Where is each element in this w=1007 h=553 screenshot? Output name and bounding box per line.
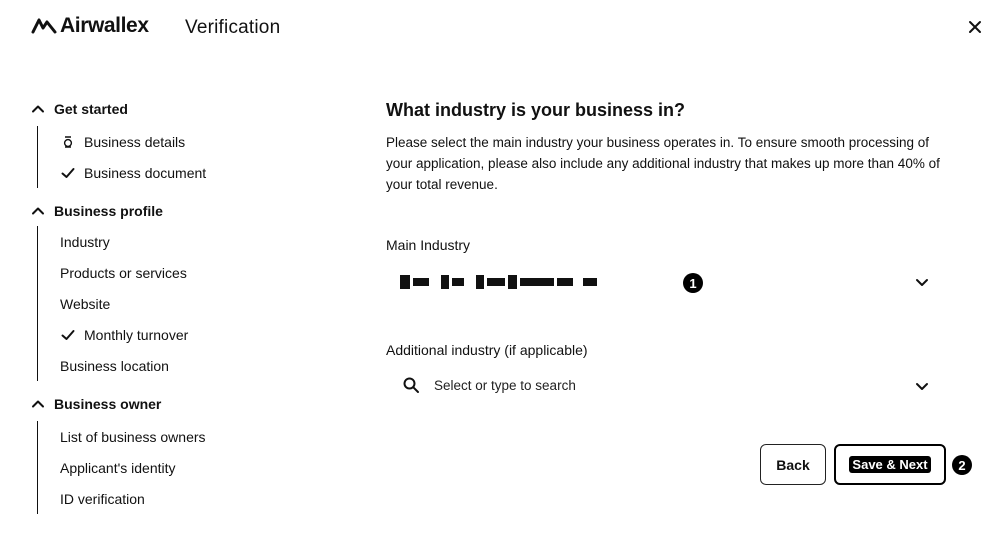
sidebar-item-list-of-business-owners[interactable]: List of business owners [60,421,330,452]
section-title: Get started [54,101,128,117]
page-title: Verification [185,17,281,38]
chevron-down-icon [914,378,930,394]
section-business-owner: Business owner List of business owners A… [30,391,330,514]
sidebar-item-label: Business document [84,164,207,181]
brand-name: Airwallex [60,14,149,37]
additional-industry-placeholder: Select or type to search [434,378,576,393]
sidebar-item-label: Products or services [60,264,187,281]
sidebar-item-products-or-services[interactable]: Products or services [60,257,330,288]
sidebar-nav: Get started Business details Business do… [30,96,330,514]
section-header-business-owner[interactable]: Business owner [30,391,330,417]
header: Airwallex Verification [0,0,1007,56]
sidebar-item-label: Business details [84,133,186,150]
sidebar-item-business-details[interactable]: Business details [60,126,330,157]
main-industry-label: Main Industry [386,237,471,253]
sidebar-item-business-location[interactable]: Business location [60,350,330,381]
check-icon [60,327,76,343]
sidebar-item-applicants-identity[interactable]: Applicant's identity [60,452,330,483]
save-and-next-button[interactable]: Save & Next [834,444,946,485]
sidebar-item-label: Applicant's identity [60,459,176,476]
search-icon [402,376,420,394]
chevron-up-icon [32,105,44,113]
question-title: What industry is your business in? [386,100,686,120]
redacted-selected-value [400,274,600,290]
sidebar-item-label: List of business owners [60,428,206,445]
sidebar-item-label: Industry [60,233,110,250]
check-icon [60,165,76,181]
close-icon [969,21,981,33]
save-and-next-label: Save & Next [849,456,931,473]
sidebar-item-label: Business location [60,357,169,374]
sidebar-item-label: Website [60,295,111,312]
sidebar-item-monthly-turnover[interactable]: Monthly turnover [60,319,330,350]
chevron-up-icon [32,207,44,215]
sidebar-item-industry[interactable]: Industry [60,226,330,257]
section-get-started: Get started Business details Business do… [30,96,330,188]
airwallex-logo-icon [31,18,57,34]
chevron-up-icon [32,400,44,408]
question-description: Please select the main industry your bus… [386,135,940,192]
additional-industry-label: Additional industry (if applicable) [386,342,588,358]
sidebar-item-id-verification[interactable]: ID verification [60,483,330,514]
section-title: Business profile [54,203,163,219]
step-badge-2: 2 [952,455,972,475]
main-industry-select[interactable]: 1 [386,262,946,302]
sidebar-item-label: ID verification [60,490,145,507]
clock-icon [60,134,76,150]
airwallex-logo: Airwallex [30,14,149,38]
section-title: Business owner [54,396,162,412]
section-header-business-profile[interactable]: Business profile [30,198,330,224]
section-business-profile: Business profile Industry Products or se… [30,198,330,381]
back-button[interactable]: Back [760,444,826,485]
sidebar-item-label: Monthly turnover [84,326,189,343]
step-badge-1: 1 [683,273,703,293]
close-button[interactable] [964,16,986,38]
sidebar-item-website[interactable]: Website [60,288,330,319]
section-header-get-started[interactable]: Get started [30,96,330,122]
additional-industry-select[interactable]: Select or type to search [386,366,946,406]
main-content: What industry is your business in? Pleas… [386,96,946,195]
sidebar-item-business-document[interactable]: Business document [60,157,330,188]
chevron-down-icon [914,274,930,290]
